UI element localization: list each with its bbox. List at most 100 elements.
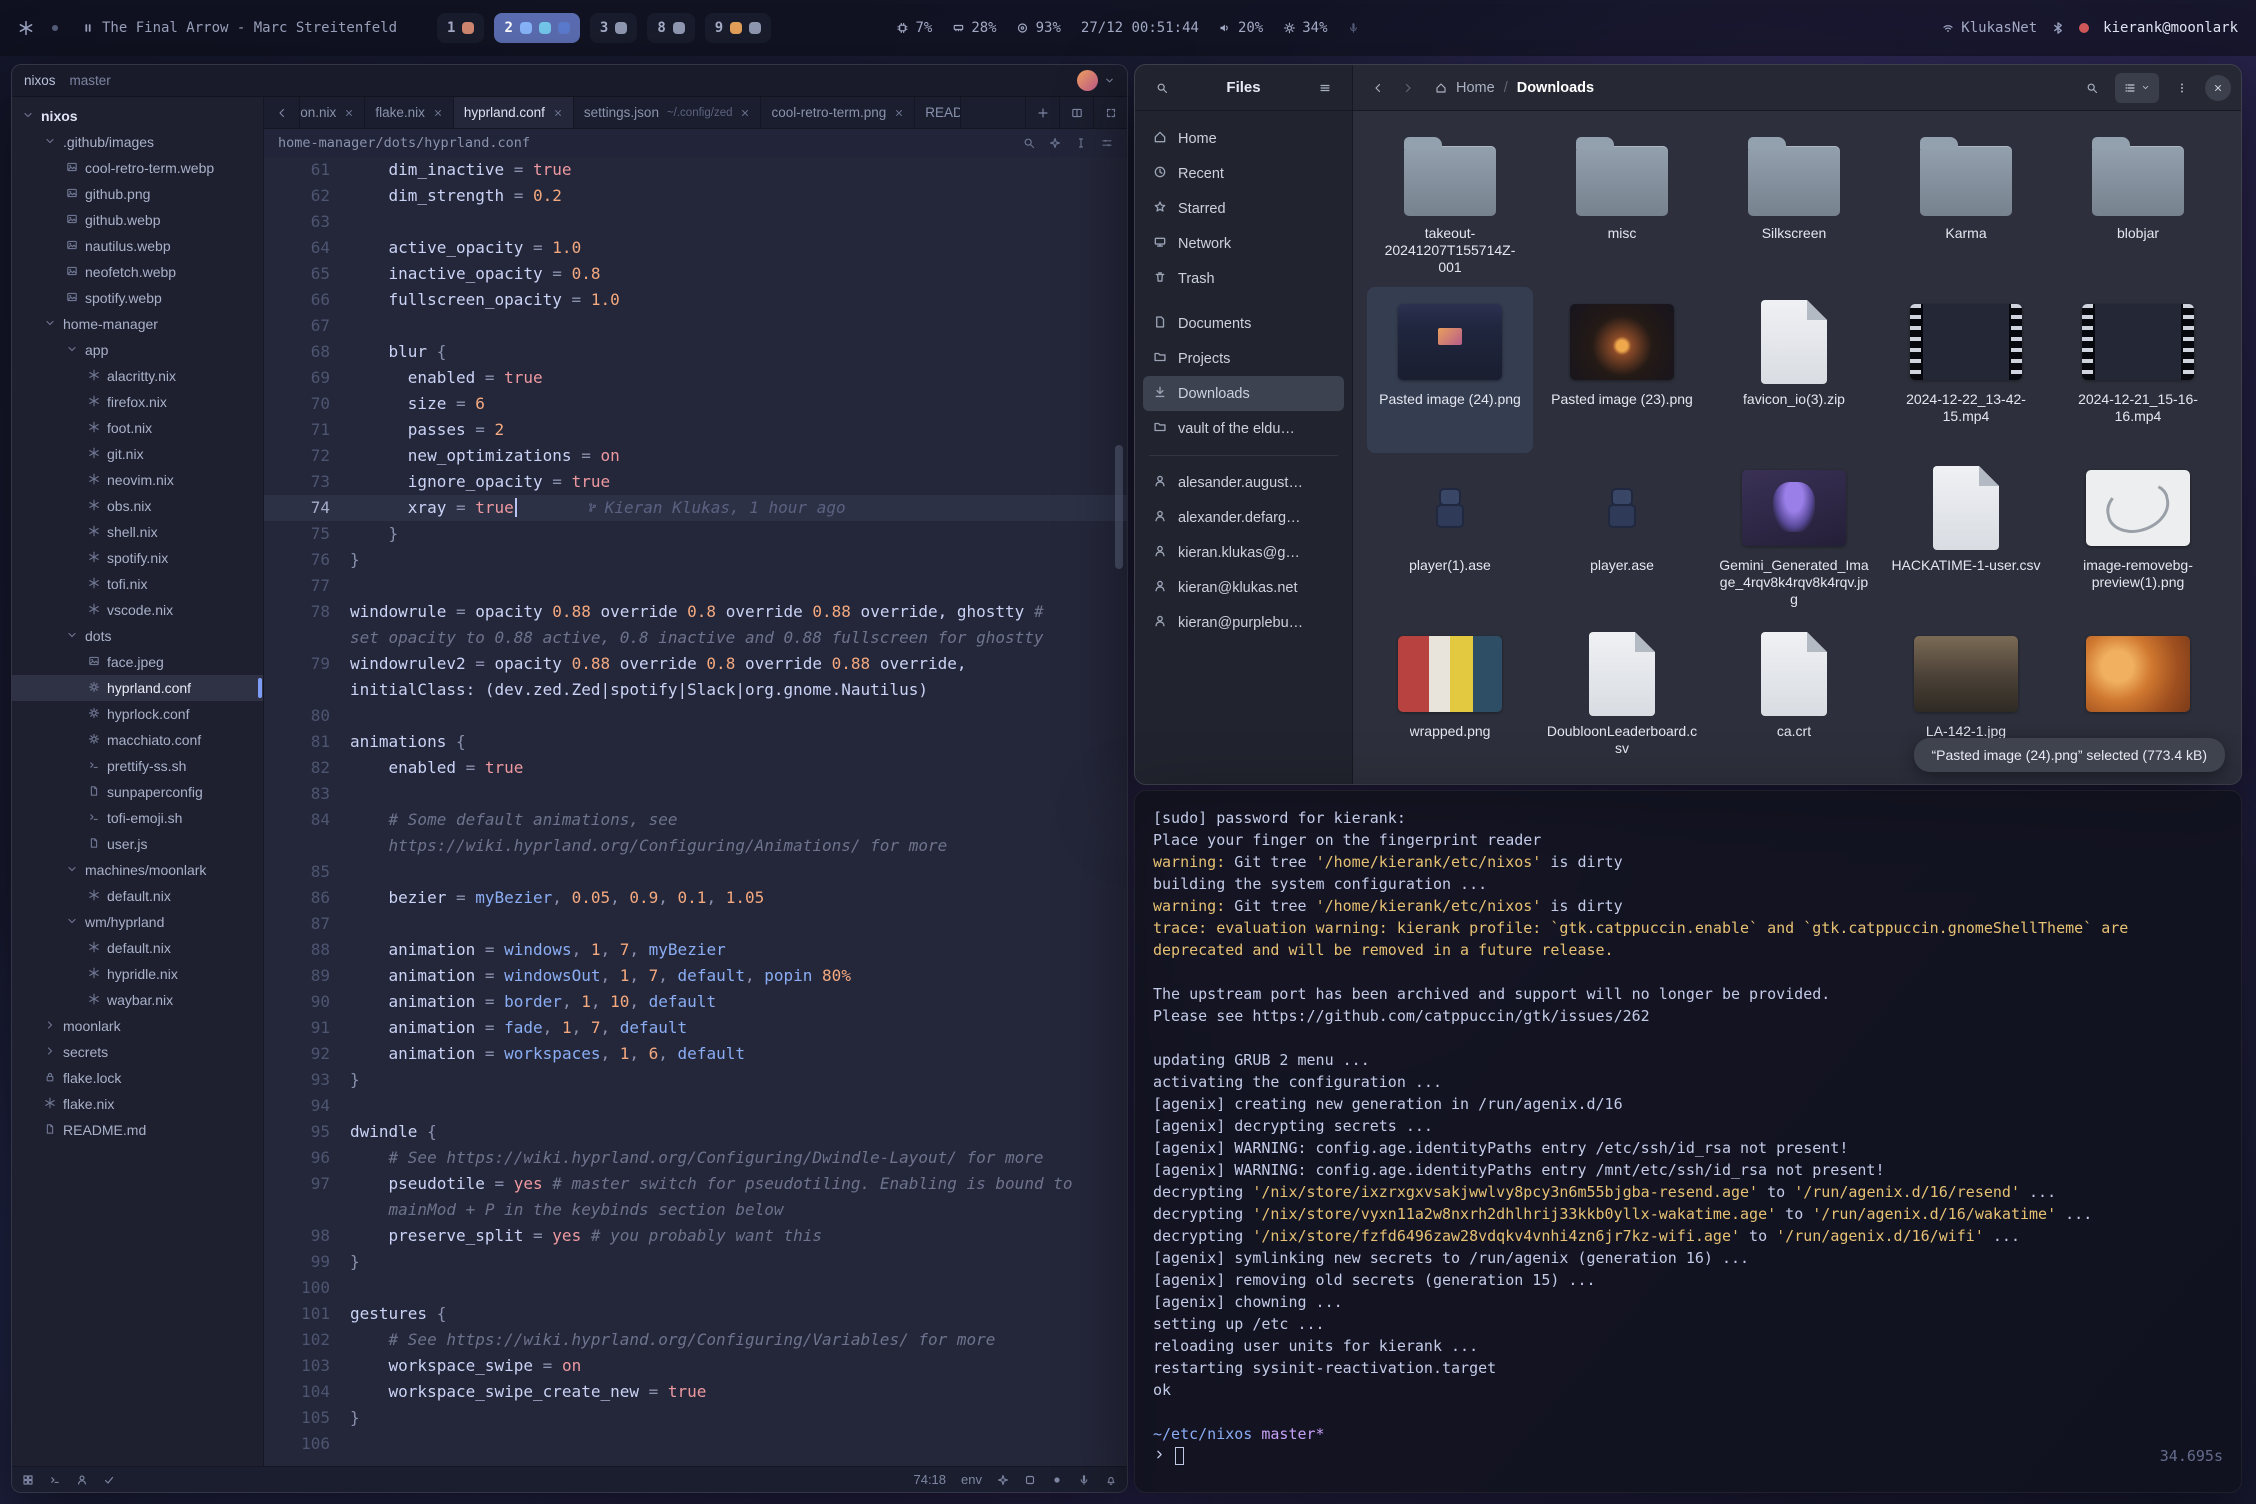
tree-dir-nixos[interactable]: nixos	[12, 103, 263, 129]
tab-settings.json[interactable]: settings.json~/.config/zed	[574, 97, 762, 128]
mic-icon[interactable]	[1078, 1474, 1090, 1486]
close-icon[interactable]	[2205, 75, 2231, 101]
back-icon[interactable]	[1363, 73, 1393, 103]
file-misc[interactable]: misc	[1539, 121, 1705, 287]
tree-file-neofetch.webp[interactable]: neofetch.webp	[12, 259, 263, 285]
tree-file-macchiato.conf[interactable]: macchiato.conf	[12, 727, 263, 753]
tree-file-flake.nix[interactable]: flake.nix	[12, 1091, 263, 1117]
nixos-logo-icon[interactable]	[18, 20, 34, 36]
sidebar-item-network[interactable]: Network	[1143, 226, 1344, 261]
avatar[interactable]	[1077, 70, 1098, 91]
tree-file-vscode.nix[interactable]: vscode.nix	[12, 597, 263, 623]
volume-widget[interactable]: 20%	[1219, 20, 1263, 36]
file-silkscreen[interactable]: Silkscreen	[1711, 121, 1877, 287]
nav-back-icon[interactable]	[264, 97, 300, 128]
sidebar-item-vault-of-the-eldu-[interactable]: vault of the eldu…	[1143, 411, 1344, 446]
tree-file-firefox.nix[interactable]: firefox.nix	[12, 389, 263, 415]
tree-file-hyprland.conf[interactable]: hyprland.conf	[12, 675, 263, 701]
view-toggle[interactable]	[2115, 73, 2159, 103]
tree-file-nautilus.webp[interactable]: nautilus.webp	[12, 233, 263, 259]
project-panel-icon[interactable]	[22, 1474, 34, 1486]
sidebar-item-recent[interactable]: Recent	[1143, 156, 1344, 191]
network-widget[interactable]: KlukasNet	[1942, 20, 2037, 36]
search-icon[interactable]	[1023, 137, 1035, 149]
sidebar-item-kieran@klukas.net[interactable]: kieran@klukas.net	[1143, 570, 1344, 605]
forward-icon[interactable]	[1393, 73, 1423, 103]
tree-dir-moonlark[interactable]: moonlark	[12, 1013, 263, 1039]
tree-dir-machines-moonlark[interactable]: machines/moonlark	[12, 857, 263, 883]
tab-cool-retro-term.png[interactable]: cool-retro-term.png	[761, 97, 915, 128]
tab-flake.nix[interactable]: flake.nix	[365, 97, 454, 128]
tree-dir-app[interactable]: app	[12, 337, 263, 363]
new-tab-icon[interactable]	[1025, 97, 1059, 128]
tree-file-waybar.nix[interactable]: waybar.nix	[12, 987, 263, 1013]
kebab-menu-icon[interactable]	[2167, 73, 2197, 103]
project-menu[interactable]: nixos	[24, 73, 56, 88]
tree-dir-.github-images[interactable]: .github/images	[12, 129, 263, 155]
tree-file-sunpaperconfig[interactable]: sunpaperconfig	[12, 779, 263, 805]
tree-file-tofi-emoji.sh[interactable]: tofi-emoji.sh	[12, 805, 263, 831]
search-icon[interactable]	[1147, 73, 1177, 103]
notification-icon[interactable]	[48, 21, 62, 35]
mic-icon[interactable]	[1348, 22, 1360, 34]
tree-file-foot.nix[interactable]: foot.nix	[12, 415, 263, 441]
file-ca.crt[interactable]: ca.crt	[1711, 619, 1877, 784]
clock-widget[interactable]: 27/12 00:51:44	[1081, 20, 1199, 36]
close-icon[interactable]	[894, 108, 904, 118]
diagnostics-check-icon[interactable]	[103, 1474, 115, 1486]
tree-file-default.nix[interactable]: default.nix	[12, 935, 263, 961]
sidebar-item-kieran.klukas@g-[interactable]: kieran.klukas@g…	[1143, 535, 1344, 570]
workspace-3[interactable]: 3	[590, 13, 637, 43]
file-takeout-20241207t155714z-001[interactable]: takeout-20241207T155714Z-001	[1367, 121, 1533, 287]
tree-dir-home-manager[interactable]: home-manager	[12, 311, 263, 337]
split-pane-icon[interactable]	[1059, 97, 1093, 128]
tab-hyprland.conf[interactable]: hyprland.conf	[454, 97, 574, 128]
tree-dir-dots[interactable]: dots	[12, 623, 263, 649]
breadcrumb-current[interactable]: Downloads	[1517, 80, 1594, 96]
sidebar-item-alesander.august-[interactable]: alesander.august…	[1143, 465, 1344, 500]
tree-file-face.jpeg[interactable]: face.jpeg	[12, 649, 263, 675]
tree-dir-secrets[interactable]: secrets	[12, 1039, 263, 1065]
tree-file-obs.nix[interactable]: obs.nix	[12, 493, 263, 519]
tree-file-spotify.nix[interactable]: spotify.nix	[12, 545, 263, 571]
tree-file-user.js[interactable]: user.js	[12, 831, 263, 857]
breadcrumb-home[interactable]: Home	[1456, 80, 1495, 96]
tree-file-github.png[interactable]: github.png	[12, 181, 263, 207]
tree-file-spotify.webp[interactable]: spotify.webp	[12, 285, 263, 311]
workspace-2[interactable]: 2	[494, 13, 579, 43]
sidebar-item-alexander.defarg-[interactable]: alexander.defarg…	[1143, 500, 1344, 535]
code-editor[interactable]: 61 dim_inactive = true62 dim_strength = …	[264, 157, 1127, 1466]
tree-file-alacritty.nix[interactable]: alacritty.nix	[12, 363, 263, 389]
scrollbar-thumb[interactable]	[1115, 445, 1123, 569]
workspace-1[interactable]: 1	[437, 13, 484, 43]
chevron-down-icon[interactable]	[1104, 75, 1115, 86]
tree-file-hyprlock.conf[interactable]: hyprlock.conf	[12, 701, 263, 727]
collab-panel-icon[interactable]	[76, 1474, 88, 1486]
file-2024-12-22-13-42-15.mp4[interactable]: 2024-12-22_13-42-15.mp4	[1883, 287, 2049, 453]
media-widget[interactable]: The Final Arrow - Marc Streitenfeld	[82, 20, 397, 36]
file-breadcrumb[interactable]: home-manager/dots/hyprland.conf	[278, 135, 530, 151]
close-icon[interactable]	[433, 108, 443, 118]
scrollbar[interactable]	[1115, 157, 1125, 1466]
close-icon[interactable]	[344, 108, 354, 118]
close-icon[interactable]	[740, 108, 750, 118]
file-pasted-image-23-.png[interactable]: Pasted image (23).png	[1539, 287, 1705, 453]
tree-file-prettify-ss.sh[interactable]: prettify-ss.sh	[12, 753, 263, 779]
file-gemini-generated-image-4rqv8k4rqv8k4rqv.jpg[interactable]: Gemini_Generated_Image_4rqv8k4rqv8k4rqv.…	[1711, 453, 1877, 619]
file-player-1-.ase[interactable]: player(1).ase	[1367, 453, 1533, 619]
ibeam-icon[interactable]	[1075, 137, 1087, 149]
tree-file-readme.md[interactable]: README.md	[12, 1117, 263, 1143]
status-dot-icon[interactable]	[1051, 1474, 1063, 1486]
cursor-position[interactable]: 74:18	[913, 1472, 946, 1487]
workspace-8[interactable]: 8	[647, 13, 694, 43]
language-selector[interactable]: env	[961, 1472, 982, 1487]
tree-file-neovim.nix[interactable]: neovim.nix	[12, 467, 263, 493]
file-favicon-io-3-.zip[interactable]: favicon_io(3).zip	[1711, 287, 1877, 453]
terminal-panel-icon[interactable]	[49, 1474, 61, 1486]
file-pasted-image-24-.png[interactable]: Pasted image (24).png	[1367, 287, 1533, 453]
tree-file-git.nix[interactable]: git.nix	[12, 441, 263, 467]
close-icon[interactable]	[553, 108, 563, 118]
file-hackatime-1-user.csv[interactable]: HACKATIME-1-user.csv	[1883, 453, 2049, 619]
file-karma[interactable]: Karma	[1883, 121, 2049, 287]
file-player.ase[interactable]: player.ase	[1539, 453, 1705, 619]
